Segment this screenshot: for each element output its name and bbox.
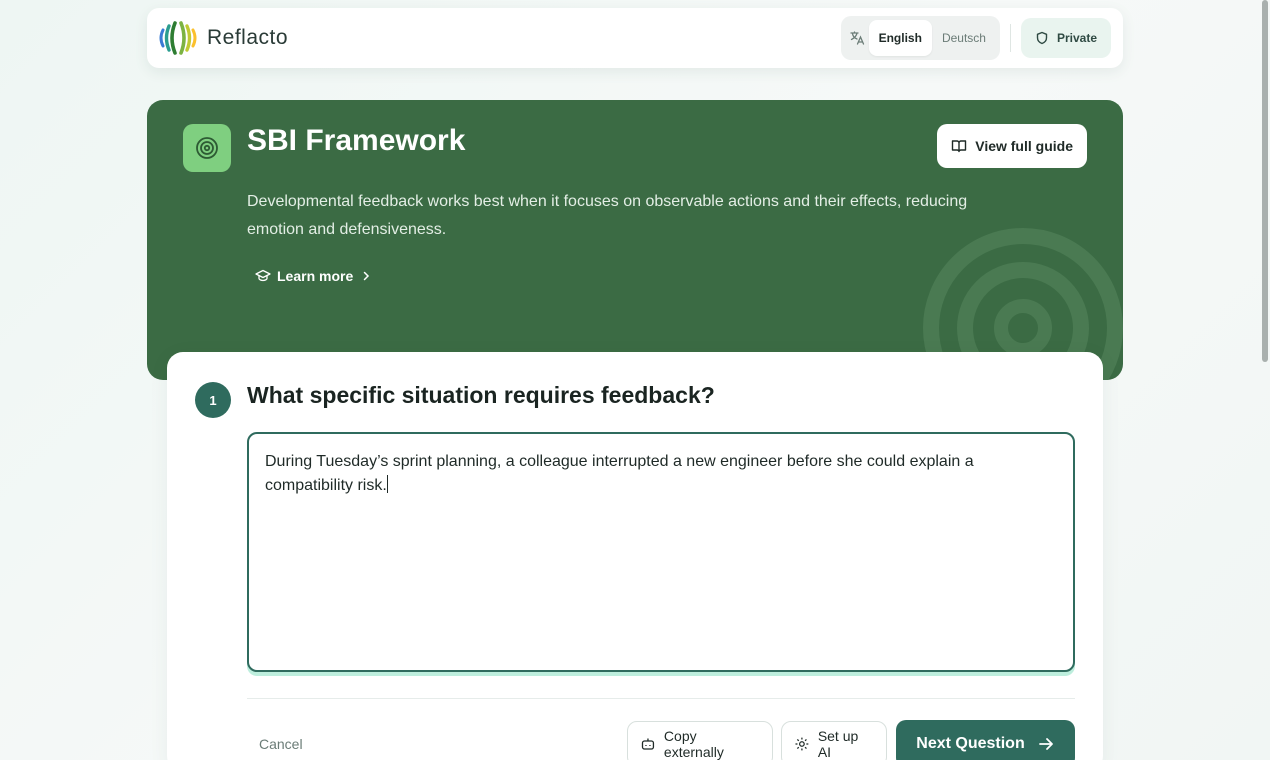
- framework-description: Developmental feedback works best when i…: [247, 193, 968, 238]
- text-cursor: [386, 475, 388, 493]
- privacy-label: Private: [1056, 31, 1097, 45]
- learn-more-label: Learn more: [277, 268, 354, 284]
- copy-externally-button[interactable]: Copy externally: [627, 721, 773, 760]
- book-icon: [952, 140, 967, 153]
- page-scrollbar[interactable]: [1260, 0, 1270, 760]
- answer-text: During Tuesday’s sprint planning, a coll…: [265, 453, 974, 494]
- privacy-button[interactable]: Private: [1020, 18, 1111, 58]
- view-full-guide-button[interactable]: View full guide: [937, 124, 1087, 168]
- chevron-right-icon: [364, 271, 370, 281]
- answer-textarea[interactable]: During Tuesday’s sprint planning, a coll…: [247, 432, 1075, 672]
- set-up-ai-label: Set up AI: [817, 728, 859, 760]
- translate-icon: [845, 19, 869, 57]
- header-divider: [1009, 24, 1011, 52]
- language-deutsch-button[interactable]: Deutsch: [932, 20, 996, 56]
- language-english-button[interactable]: English: [868, 20, 932, 56]
- framework-hero: SBI Framework Developmental feedback wor…: [147, 100, 1123, 380]
- target-icon: [183, 124, 231, 172]
- set-up-ai-button[interactable]: Set up AI: [781, 721, 887, 760]
- next-question-label: Next Question: [916, 735, 1025, 752]
- framework-title: SBI Framework: [247, 124, 466, 157]
- actions-divider: [247, 698, 1075, 699]
- app-name: Reflacto: [207, 26, 289, 49]
- graduation-cap-icon: [255, 269, 271, 282]
- reflacto-logo-icon: [159, 21, 197, 55]
- gear-icon: [795, 737, 809, 751]
- language-switcher: English Deutsch: [840, 16, 1000, 60]
- top-navigation-bar: Reflacto English Deutsch Private: [147, 8, 1123, 68]
- view-full-guide-label: View full guide: [975, 138, 1073, 154]
- cancel-button[interactable]: Cancel: [259, 736, 303, 752]
- question-title: What specific situation requires feedbac…: [247, 382, 715, 408]
- scrollbar-thumb[interactable]: [1262, 0, 1268, 362]
- step-number-badge: 1: [195, 382, 231, 418]
- next-question-button[interactable]: Next Question: [896, 720, 1075, 760]
- robot-icon: [641, 738, 655, 750]
- arrow-right-icon: [1038, 738, 1053, 750]
- shield-icon: [1036, 31, 1048, 45]
- question-card: 1 What specific situation requires feedb…: [167, 352, 1103, 760]
- learn-more-link[interactable]: Learn more: [255, 268, 373, 284]
- copy-externally-label: Copy externally: [663, 728, 724, 760]
- app-logo[interactable]: Reflacto: [159, 20, 288, 56]
